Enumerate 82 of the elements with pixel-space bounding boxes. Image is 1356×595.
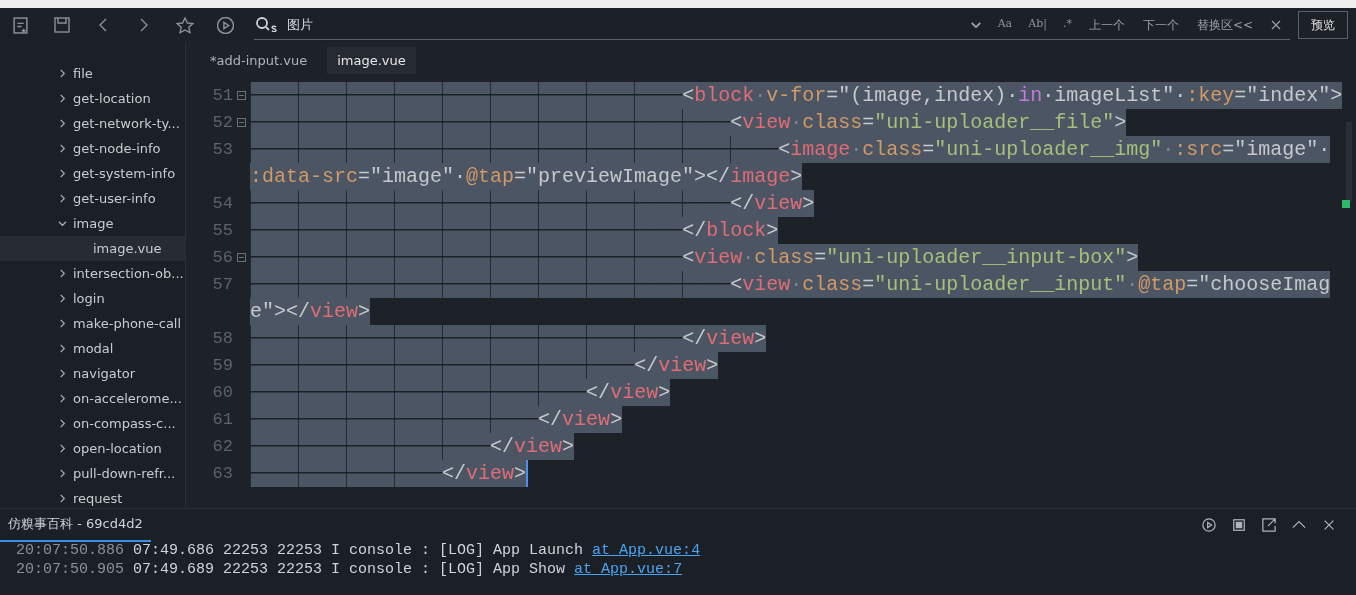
tree-item[interactable]: file xyxy=(0,61,185,86)
scrollbar-thumb[interactable] xyxy=(1346,122,1352,202)
tree-item[interactable]: login xyxy=(0,286,185,311)
tree-item[interactable]: open-location xyxy=(0,436,185,461)
line-number: 55 xyxy=(212,220,233,242)
chevron-right-icon xyxy=(58,444,67,453)
play-icon xyxy=(217,16,234,34)
chevron-right-icon xyxy=(58,319,67,328)
fold-icon[interactable] xyxy=(237,91,246,100)
search-icon xyxy=(256,17,277,32)
back-icon xyxy=(98,18,107,32)
text-cursor xyxy=(526,460,529,487)
console-line: 20:07:50.905 07:49.689 22253 22253 I console : [LOG] App Show at App.vue:7 xyxy=(16,560,684,579)
fold-icon[interactable] xyxy=(237,253,246,262)
chevron-right-icon xyxy=(58,469,67,478)
line-number: 56 xyxy=(212,247,233,269)
fold-icon[interactable] xyxy=(237,118,246,127)
chevron-right-icon xyxy=(58,94,67,103)
source-link[interactable]: at App.vue:7 xyxy=(574,561,683,578)
line-number: 51 xyxy=(212,85,233,107)
line-number: 54 xyxy=(212,193,233,215)
forward-icon xyxy=(139,18,148,32)
tree-item[interactable]: request xyxy=(0,486,185,511)
tree-item[interactable]: get-location xyxy=(0,86,185,111)
chevron-right-icon xyxy=(58,194,67,203)
search-field[interactable]: 图片 xyxy=(285,12,962,37)
tree-item[interactable]: image.vue xyxy=(0,236,185,261)
save-icon xyxy=(53,17,70,33)
console-line: 20:07:50.886 07:49.686 22253 22253 I console : [LOG] App Launch at App.vue:4 xyxy=(16,541,702,560)
chevron-right-icon xyxy=(58,294,67,303)
change-marker xyxy=(1342,200,1350,208)
chevron-right-icon xyxy=(58,269,67,278)
chevron-right-icon xyxy=(58,169,67,178)
search-nav-button[interactable]: 替换区<< xyxy=(1187,13,1262,36)
export-icon xyxy=(1262,518,1276,532)
tree-item[interactable]: get-user-info xyxy=(0,186,185,211)
tree-item[interactable]: pull-down-refr... xyxy=(0,461,185,486)
search-option-toggle[interactable]: Aa xyxy=(989,14,1021,35)
chevron-right-icon xyxy=(58,419,67,428)
chevron-right-icon xyxy=(58,119,67,128)
close-icon xyxy=(1271,20,1281,30)
close-icon xyxy=(1322,518,1336,532)
line-number: 62 xyxy=(212,436,233,458)
line-number: 59 xyxy=(212,355,233,377)
editor-tab[interactable]: *add-input.vue xyxy=(200,46,318,74)
new-file-icon xyxy=(13,16,28,34)
tree-item[interactable]: image xyxy=(0,211,185,236)
preview-button[interactable]: 预览 xyxy=(1298,11,1348,39)
source-link[interactable]: at App.vue:4 xyxy=(592,542,701,559)
line-number: 52 xyxy=(212,112,233,134)
line-number: 53 xyxy=(212,139,233,161)
line-number: 58 xyxy=(212,328,233,350)
chevron-down-icon xyxy=(58,219,67,228)
run-icon xyxy=(1202,518,1216,532)
tree-item[interactable]: intersection-ob... xyxy=(0,261,185,286)
tree-item[interactable]: get-network-ty... xyxy=(0,111,185,136)
chevron-right-icon xyxy=(58,494,67,503)
tree-item[interactable]: on-compass-c... xyxy=(0,411,185,436)
editor-tab[interactable]: image.vue xyxy=(327,46,416,74)
tree-item[interactable]: on-accelerome... xyxy=(0,386,185,411)
chevron-right-icon xyxy=(58,69,67,78)
chevron-right-icon xyxy=(58,369,67,378)
chevron-right-icon xyxy=(58,394,67,403)
tree-item[interactable]: make-phone-call xyxy=(0,311,185,336)
search-option-toggle[interactable]: Ab| xyxy=(1020,14,1055,35)
chevron-down-icon xyxy=(970,22,981,28)
search-option-toggle[interactable]: .* xyxy=(1054,14,1080,35)
line-number: 61 xyxy=(212,409,233,431)
console-tab[interactable]: 仿糗事百科 - 69cd4d2 xyxy=(0,508,151,542)
tree-item[interactable]: get-node-info xyxy=(0,136,185,161)
star-icon xyxy=(175,16,194,34)
search-nav-button[interactable]: 上一个 xyxy=(1079,13,1134,36)
search-nav-button[interactable]: 下一个 xyxy=(1133,13,1188,36)
line-number: 60 xyxy=(212,382,233,404)
tree-item[interactable]: get-system-info xyxy=(0,161,185,186)
stop-icon xyxy=(1232,518,1246,532)
chevron-right-icon xyxy=(58,344,67,353)
line-number: 57 xyxy=(212,274,233,296)
tree-item[interactable]: modal xyxy=(0,336,185,361)
tree-item[interactable]: navigator xyxy=(0,361,185,386)
chevron-right-icon xyxy=(58,144,67,153)
line-number: 63 xyxy=(212,463,233,485)
